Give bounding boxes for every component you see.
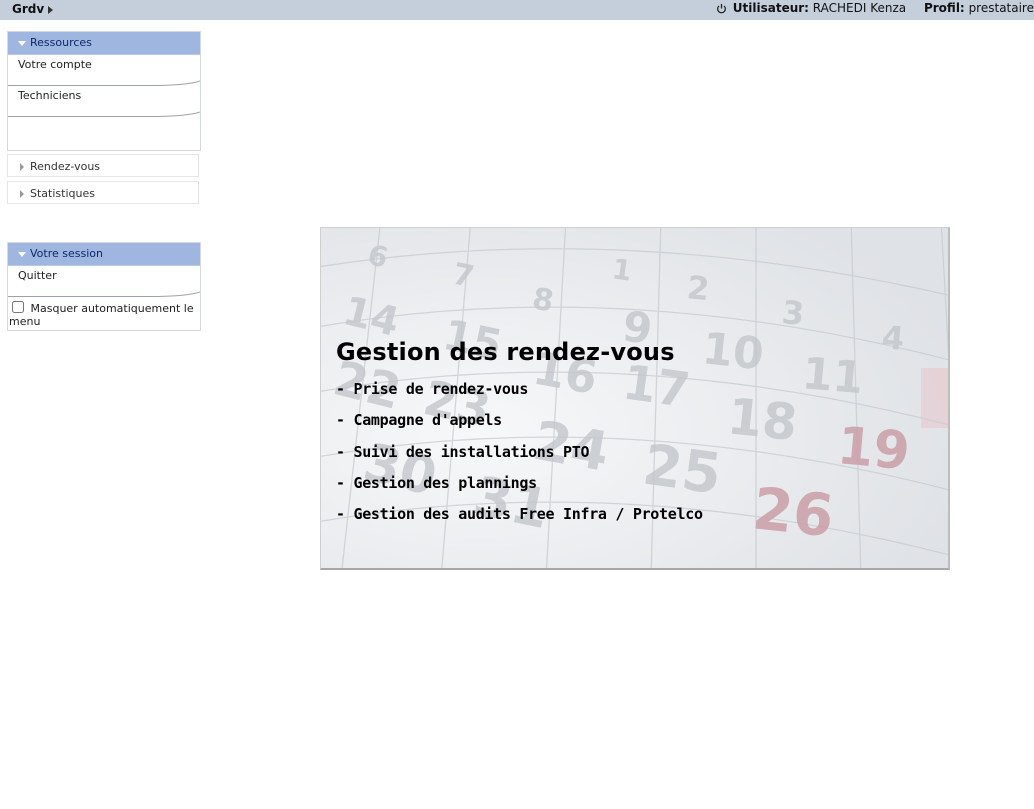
hero-banner: 6 7 8 1 2 3 4 14 15 9 10 11 22 23 16 17 … [320, 227, 950, 570]
cal-num: 19 [835, 416, 912, 482]
resources-panel-title: Ressources [30, 36, 92, 49]
hero-item-suivi-pto: - Suivi des installations PTO [336, 442, 590, 461]
expand-right-icon [20, 163, 24, 171]
cal-num: 10 [700, 323, 766, 380]
user-name: RACHEDI Kenza [812, 1, 907, 15]
expand-down-icon [18, 41, 26, 46]
auto-hide-label: Masquer automatiquement le menu [9, 302, 194, 328]
hero-content: Gestion des rendez-vous - Prise de rende… [336, 338, 703, 536]
session-panel-title: Votre session [30, 247, 103, 260]
rendez-vous-label: Rendez-vous [30, 160, 101, 173]
expand-down-icon [18, 252, 26, 257]
expand-right-icon [20, 190, 24, 198]
item-separator [8, 291, 200, 297]
panel-spacer [8, 117, 200, 150]
hero-title: Gestion des rendez-vous [336, 338, 675, 366]
cal-num: 18 [725, 387, 800, 452]
auto-hide-checkbox[interactable] [12, 301, 24, 313]
rendez-vous-section[interactable]: Rendez-vous [7, 154, 199, 177]
auto-hide-row: Masquer automatiquement le menu [8, 297, 200, 330]
menu-item-techniciens[interactable]: Techniciens [8, 86, 200, 117]
menu-item-label: Techniciens [18, 89, 82, 102]
menu-item-quitter[interactable]: Quitter [8, 266, 200, 297]
item-separator [8, 80, 200, 86]
cal-num: 2 [685, 268, 711, 308]
cal-num: 3 [780, 293, 805, 333]
user-label: Utilisateur: [732, 1, 809, 15]
app-name[interactable]: Grdv [12, 1, 44, 17]
resources-panel-header[interactable]: Ressources [8, 32, 200, 55]
top-bar: Grdv Utilisateur: RACHEDI Kenza Profil: … [0, 0, 1034, 20]
menu-item-votre-compte[interactable]: Votre compte [8, 55, 200, 86]
profile-value: prestataire [968, 1, 1034, 15]
hero-item-campagne: - Campagne d'appels [336, 411, 502, 430]
app-menu-arrow-icon[interactable] [48, 6, 53, 14]
user-info: Utilisateur: RACHEDI Kenza Profil: prest… [716, 0, 1034, 16]
session-panel: Votre session Quitter Masquer automatiqu… [7, 242, 201, 331]
profile-label: Profil: [923, 1, 965, 15]
session-panel-header[interactable]: Votre session [8, 243, 200, 266]
hero-item-prise-rdv: - Prise de rendez-vous [336, 380, 529, 398]
menu-item-label: Votre compte [18, 58, 92, 71]
resources-panel: Ressources Votre compte Techniciens [7, 31, 201, 151]
hero-item-audits: - Gestion des audits Free Infra / Protel… [336, 505, 703, 524]
cal-num: 26 [750, 474, 837, 550]
statistiques-section[interactable]: Statistiques [7, 181, 199, 204]
cal-num: 4 [880, 318, 905, 358]
power-icon[interactable] [716, 3, 727, 14]
menu-item-label: Quitter [18, 269, 57, 282]
cal-num: 11 [800, 348, 865, 404]
hero-item-plannings: - Gestion des plannings [336, 473, 537, 492]
item-separator [8, 111, 200, 117]
statistiques-label: Statistiques [30, 187, 95, 200]
